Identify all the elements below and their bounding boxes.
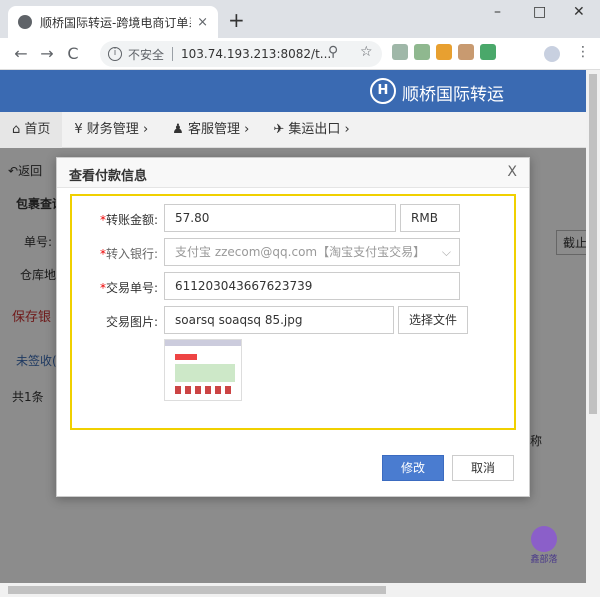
bank-row: *转入银行: 支付宝 zzecom@qq.com【淘宝支付宝交易】 ⌵: [72, 238, 514, 266]
nav-home[interactable]: ⌂ 首页: [0, 111, 63, 148]
insecure-label: 不安全: [128, 47, 165, 62]
nav-home-label: 首页: [24, 121, 51, 137]
watermark-text: 鑫部落: [530, 555, 558, 565]
reload-button[interactable]: C: [60, 44, 86, 63]
bookmark-star-icon[interactable]: ☆: [360, 44, 373, 60]
nav-finance-label: ¥ 财务管理: [74, 121, 139, 137]
info-icon[interactable]: i: [108, 47, 122, 61]
chevron-down-icon: ⌵: [441, 245, 451, 259]
watermark-logo: [531, 526, 557, 552]
cancel-button[interactable]: 取消: [452, 455, 514, 481]
nav-export[interactable]: ✈ 集运出口 ›: [261, 112, 361, 148]
extension-icon[interactable]: [392, 44, 408, 60]
brand-logo: H: [370, 78, 396, 104]
image-row: 交易图片: soarsq soaqsq 85.jpg 选择文件: [72, 306, 514, 334]
extension-icon[interactable]: [436, 44, 452, 60]
payment-screenshot-thumbnail[interactable]: [164, 339, 242, 401]
payment-info-dialog: 查看付款信息 X *转账金额: 57.80 RMB *转入银行: 支付宝 zze…: [56, 157, 530, 497]
url-text[interactable]: 103.74.193.213:8082/t...: [181, 47, 331, 61]
bank-label-text: 转入银行:: [105, 247, 158, 261]
forward-button[interactable]: →: [34, 44, 60, 63]
divider: [172, 47, 174, 61]
transaction-number-input[interactable]: 611203043667623739: [164, 272, 460, 300]
address-bar[interactable]: i 不安全 103.74.193.213:8082/t...: [100, 41, 382, 67]
tab-strip: 顺桥国际转运-跨境电商订单系统 × + – □ ✕: [0, 0, 600, 38]
nav-customer-service[interactable]: ♟ 客服管理 ›: [160, 112, 261, 148]
amount-label: *转账金额:: [99, 213, 158, 227]
bank-select[interactable]: 支付宝 zzecom@qq.com【淘宝支付宝交易】 ⌵: [164, 238, 460, 266]
transaction-label: *交易单号:: [99, 281, 158, 295]
extension-icon[interactable]: [458, 44, 474, 60]
dialog-header: 查看付款信息 X: [57, 158, 529, 188]
transaction-row: *交易单号: 611203043667623739: [72, 272, 514, 300]
zoom-icon[interactable]: ⚲: [328, 44, 338, 60]
submit-button[interactable]: 修改: [382, 455, 444, 481]
minimize-button[interactable]: –: [494, 4, 501, 20]
brand-name: 顺桥国际转运: [402, 85, 504, 105]
nav-customer-label: 客服管理: [187, 121, 240, 137]
payment-form: *转账金额: 57.80 RMB *转入银行: 支付宝 zzecom@qq.co…: [70, 194, 516, 430]
globe-icon: [18, 15, 32, 29]
transaction-label-text: 交易单号:: [105, 281, 158, 295]
nav-export-label: 集运出口: [288, 121, 341, 137]
amount-label-text: 转账金额:: [105, 213, 158, 227]
dialog-close-icon[interactable]: X: [507, 164, 517, 180]
choose-file-button[interactable]: 选择文件: [398, 306, 469, 334]
site-header: H 顺桥国际转运: [0, 70, 600, 112]
profile-avatar[interactable]: [544, 46, 560, 62]
dialog-title: 查看付款信息: [69, 169, 148, 184]
bank-label: *转入银行:: [99, 247, 158, 261]
extension-icon[interactable]: [480, 44, 496, 60]
back-button[interactable]: ←: [8, 44, 34, 63]
bank-select-value: 支付宝 zzecom@qq.com【淘宝支付宝交易】: [175, 245, 426, 259]
image-label: 交易图片:: [105, 315, 158, 329]
amount-row: *转账金额: 57.80 RMB: [72, 204, 514, 232]
nav-finance[interactable]: ¥ 财务管理 ›: [62, 112, 160, 148]
extension-icons: [392, 44, 496, 60]
image-filename-field[interactable]: soarsq soaqsq 85.jpg: [164, 306, 394, 334]
maximize-button[interactable]: □: [533, 4, 546, 20]
menu-icon[interactable]: ⋮: [576, 44, 590, 60]
tab-close-icon[interactable]: ×: [197, 15, 208, 30]
currency-field[interactable]: RMB: [400, 204, 460, 232]
tab-title: 顺桥国际转运-跨境电商订单系统: [40, 15, 191, 30]
new-tab-button[interactable]: +: [228, 10, 245, 30]
horizontal-scrollbar[interactable]: [0, 583, 600, 597]
vertical-scrollbar[interactable]: [586, 70, 600, 583]
browser-toolbar: ← → C i 不安全 103.74.193.213:8082/t...: [0, 38, 600, 70]
mail-extension-icon[interactable]: [414, 44, 430, 60]
main-nav: ⌂ 首页 ¥ 财务管理 › ♟ 客服管理 › ✈ 集运出口 ›: [0, 111, 600, 148]
amount-input[interactable]: 57.80: [164, 204, 396, 232]
watermark: 鑫部落: [526, 526, 562, 566]
window-close-button[interactable]: ✕: [573, 4, 585, 20]
browser-tab[interactable]: 顺桥国际转运-跨境电商订单系统 ×: [8, 6, 218, 38]
